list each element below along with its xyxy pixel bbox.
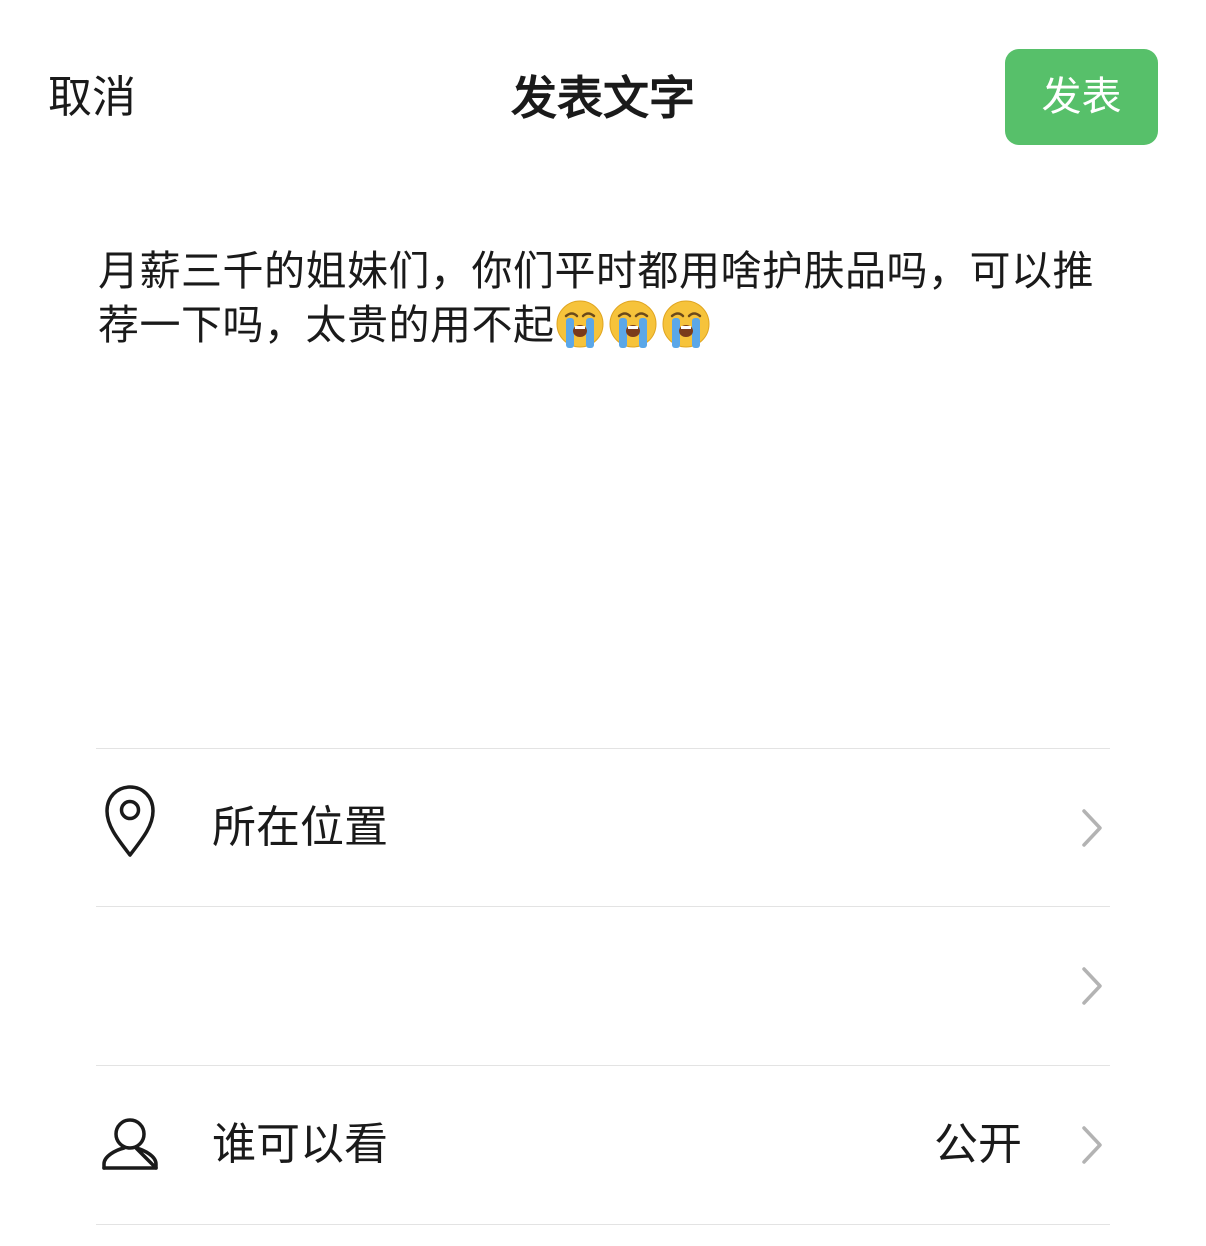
location-pin-icon [105,785,155,857]
chevron-right-icon [1082,1126,1102,1164]
location-row[interactable]: 所在位置 [96,749,1110,907]
visibility-label: 谁可以看 [212,1119,388,1170]
chevron-right-icon [1082,809,1102,847]
location-label: 所在位置 [212,802,388,853]
post-text-area[interactable]: 月薪三千的姐妹们，你们平时都用啥护肤品吗，可以推荐一下吗，太贵的用不起 [98,244,1098,352]
navigation-bar: 取消 发表文字 发表 [0,0,1206,190]
person-icon [102,1118,158,1170]
crying-face-emoji-icon [609,300,656,348]
visibility-row[interactable]: 谁可以看 公开 [96,1066,1110,1224]
crying-face-emoji-icon [556,300,603,348]
divider [96,1224,1110,1225]
visibility-value: 公开 [934,1119,1022,1170]
crying-face-emoji-icon [662,300,709,348]
blank-option-row[interactable] [96,907,1110,1065]
chevron-right-icon [1082,967,1102,1005]
publish-button[interactable]: 发表 [1005,49,1158,145]
